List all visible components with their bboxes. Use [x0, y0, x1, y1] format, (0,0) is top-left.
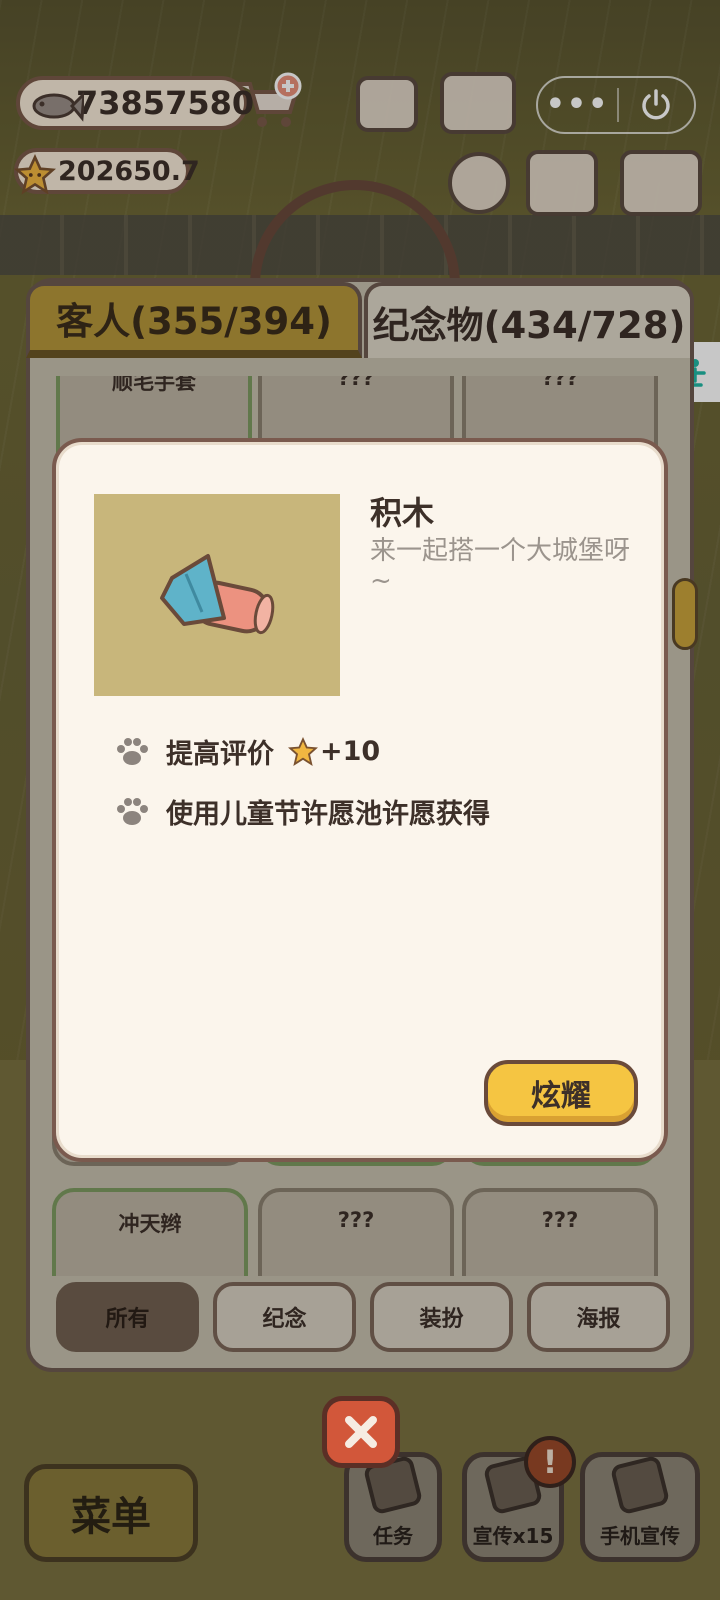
- close-icon: [345, 1416, 377, 1448]
- effect-row: 提高评价 +10: [114, 732, 380, 771]
- close-button[interactable]: [322, 1396, 400, 1468]
- item-detail-modal: 积木 来一起搭一个大城堡呀~ 提高评价 +10 使用儿童节许愿池许愿获得 炫耀: [52, 438, 668, 1162]
- source-row: 使用儿童节许愿池许愿获得: [114, 792, 490, 831]
- item-image: [94, 494, 340, 696]
- effect-value: +10: [320, 736, 381, 767]
- effect-label: 提高评价: [166, 739, 274, 770]
- star-icon: [288, 736, 318, 766]
- paw-icon: [117, 797, 148, 825]
- building-blocks-icon: [160, 554, 275, 635]
- item-description: 来一起搭一个大城堡呀~: [370, 536, 631, 596]
- show-off-button[interactable]: 炫耀: [484, 1060, 638, 1126]
- source-text: 使用儿童节许愿池许愿获得: [166, 799, 490, 830]
- paw-icon: [117, 737, 148, 765]
- show-off-button-label: 炫耀: [531, 1079, 591, 1114]
- item-name: 积木: [370, 494, 435, 532]
